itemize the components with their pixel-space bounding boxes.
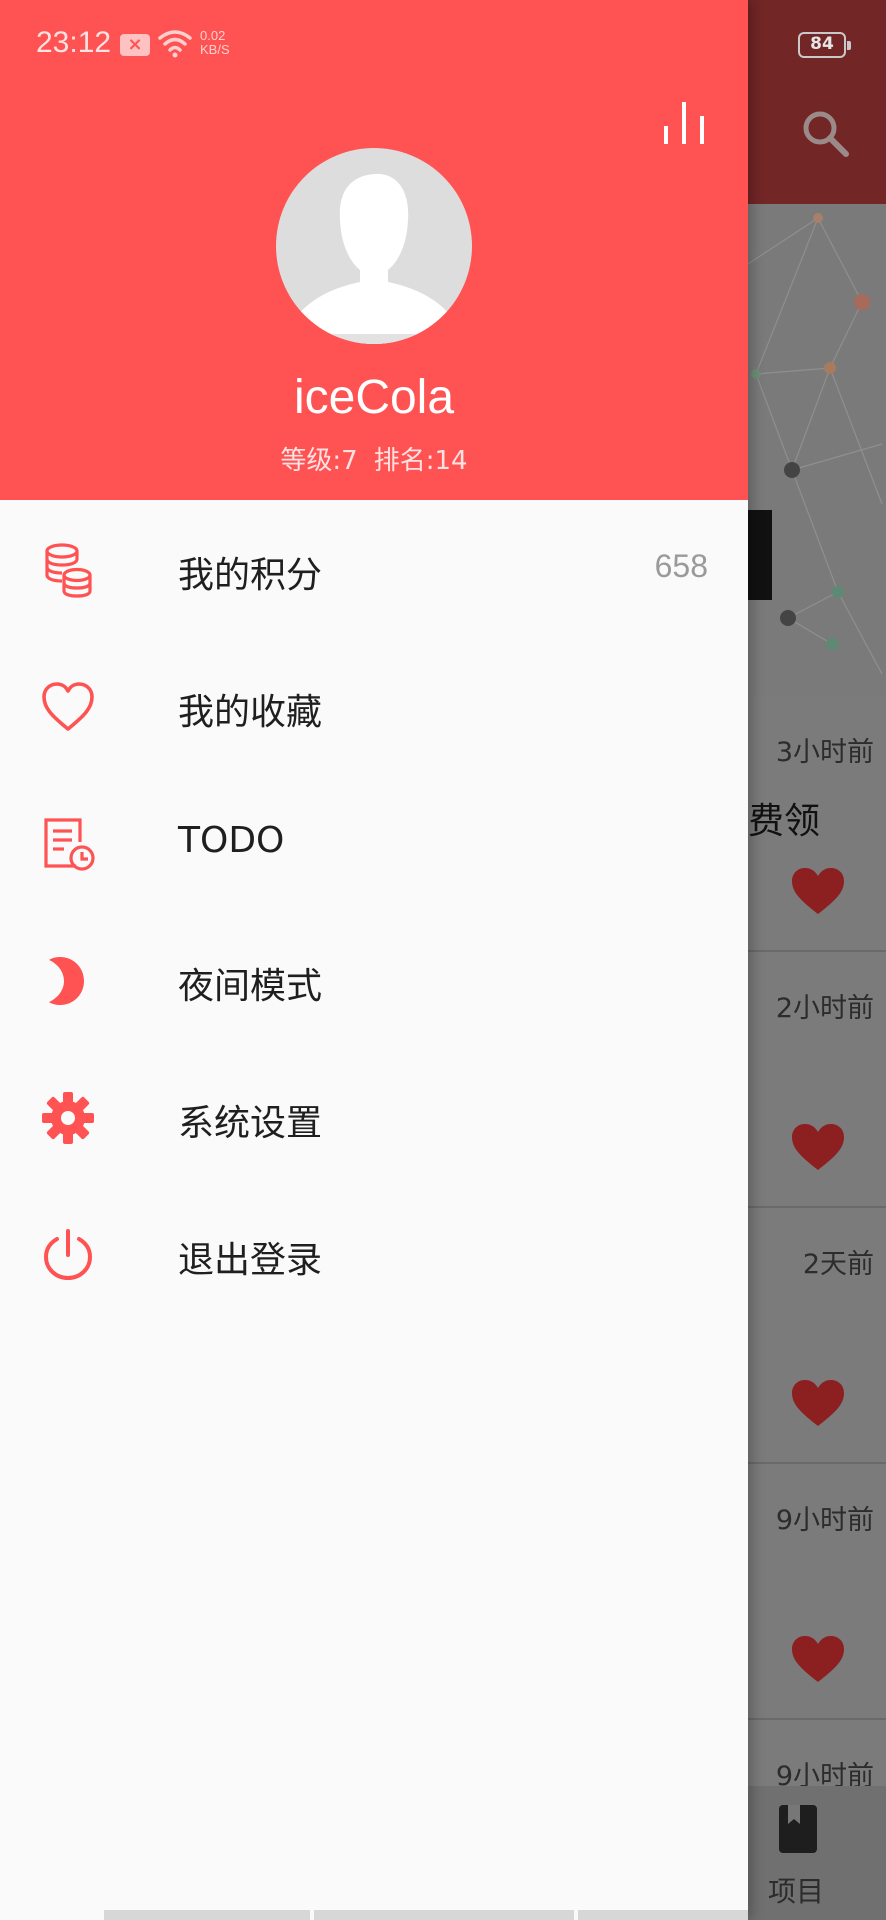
menu-label: 我的积分 bbox=[178, 555, 323, 596]
user-meta: 等级:7 排名:14 bbox=[0, 440, 748, 477]
menu-label: 夜间模式 bbox=[178, 966, 323, 1007]
article-title: 费领 bbox=[748, 801, 821, 842]
nav-gesture-bar bbox=[104, 1910, 310, 1920]
article-time: 3小时前 bbox=[775, 737, 874, 768]
status-time: 23:12 bbox=[36, 26, 112, 59]
bottom-nav-label: 项目 bbox=[768, 1875, 825, 1908]
article-time: 2天前 bbox=[802, 1249, 874, 1280]
coins-icon bbox=[45, 543, 92, 598]
search-icon[interactable] bbox=[800, 108, 850, 158]
points-value: 658 bbox=[654, 548, 708, 584]
heart-icon[interactable] bbox=[790, 1634, 846, 1684]
list-item[interactable]: 9小时前 bbox=[748, 1720, 886, 1792]
person-silhouette-icon bbox=[282, 173, 466, 344]
navigation-drawer: 23:12 × 0.02 KB/S iceCola 等级:7 排名:14 我的积… bbox=[0, 0, 748, 1920]
list-item[interactable]: 2天前 bbox=[748, 1208, 886, 1464]
network-speed-unit: KB/S bbox=[200, 42, 230, 57]
network-speed-value: 0.02 bbox=[200, 28, 226, 43]
menu-label: 退出登录 bbox=[178, 1240, 323, 1281]
book-icon bbox=[779, 1805, 817, 1853]
heart-icon[interactable] bbox=[790, 1122, 846, 1172]
bottom-nav-item-project[interactable]: 项目 bbox=[748, 1786, 886, 1920]
todo-clock-icon bbox=[44, 818, 95, 871]
network-speed: 0.02 KB/S bbox=[200, 29, 230, 57]
drawer-header: 23:12 × 0.02 KB/S iceCola 等级:7 排名:14 bbox=[0, 0, 748, 500]
heart-icon[interactable] bbox=[790, 1378, 846, 1428]
heart-outline-icon bbox=[42, 682, 94, 731]
list-item[interactable]: 3小时前 费领 bbox=[748, 696, 886, 952]
menu-item-todo[interactable]: TODO bbox=[0, 774, 748, 911]
bar-chart-icon[interactable] bbox=[660, 100, 708, 146]
list-item[interactable]: 2小时前 bbox=[748, 952, 886, 1208]
moon-icon bbox=[49, 957, 84, 1005]
menu-item-settings[interactable]: 系统设置 bbox=[0, 1048, 748, 1185]
power-icon bbox=[43, 1229, 93, 1281]
menu-item-points[interactable]: 我的积分 658 bbox=[0, 500, 748, 637]
heart-icon[interactable] bbox=[790, 866, 846, 916]
notification-x-icon: × bbox=[120, 34, 150, 56]
menu-label: TODO bbox=[178, 820, 285, 861]
nav-gesture-bar bbox=[578, 1910, 748, 1920]
menu-label: 系统设置 bbox=[178, 1103, 323, 1144]
nav-gesture-bar bbox=[314, 1910, 574, 1920]
article-time: 2小时前 bbox=[775, 993, 874, 1024]
user-rank: 排名:14 bbox=[373, 446, 468, 476]
username: iceCola bbox=[293, 371, 455, 424]
list-item[interactable]: 9小时前 bbox=[748, 1464, 886, 1720]
battery-icon: 84 bbox=[798, 32, 851, 58]
avatar[interactable] bbox=[276, 148, 472, 344]
drawer-menu: 我的积分 658 我的收藏 TODO 夜间模式 系统设置 退出登录 bbox=[0, 500, 748, 1322]
menu-item-logout[interactable]: 退出登录 bbox=[0, 1185, 748, 1322]
menu-item-favorites[interactable]: 我的收藏 bbox=[0, 637, 748, 774]
menu-item-night-mode[interactable]: 夜间模式 bbox=[0, 911, 748, 1048]
status-bar: 23:12 × 0.02 KB/S bbox=[0, 0, 748, 90]
banner-image[interactable] bbox=[748, 204, 886, 696]
user-level: 等级:7 bbox=[280, 446, 358, 476]
banner-text-fragment bbox=[748, 510, 772, 600]
article-list: 3小时前 费领 2小时前 2天前 9小时前 9小时前 bbox=[748, 696, 886, 1792]
gear-icon bbox=[42, 1092, 94, 1144]
article-time: 9小时前 bbox=[775, 1505, 874, 1536]
wifi-icon bbox=[158, 30, 192, 58]
menu-label: 我的收藏 bbox=[178, 692, 323, 733]
